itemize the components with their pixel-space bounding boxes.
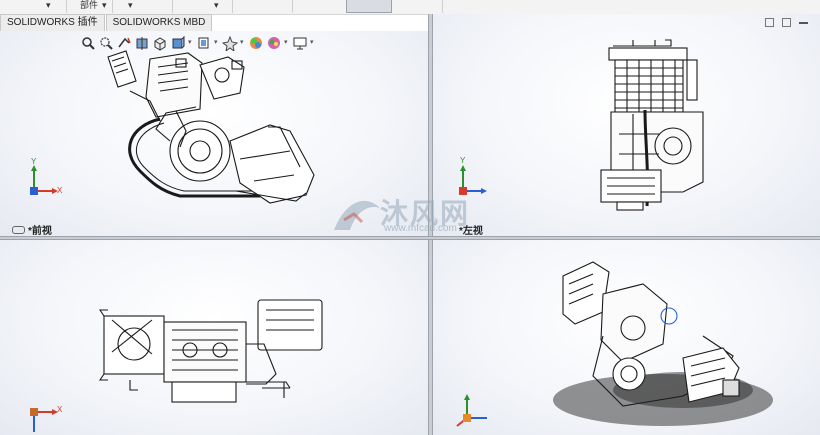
ribbon-separator — [292, 0, 293, 13]
chevron-down-icon[interactable]: ▾ — [310, 35, 316, 51]
axis-y-label: Y — [31, 157, 37, 166]
section-view-icon[interactable] — [134, 35, 150, 51]
ribbon-separator — [172, 0, 173, 13]
close-icon[interactable] — [799, 18, 808, 24]
chevron-down-icon[interactable]: ▾ — [284, 35, 290, 51]
view-settings-icon[interactable] — [266, 35, 282, 51]
viewport-controls — [765, 18, 808, 27]
chevron-down-icon[interactable]: ▾ — [188, 35, 194, 51]
front-view-name: *前视 — [28, 226, 52, 236]
link-views-icon[interactable] — [12, 225, 25, 234]
axis-x-label: X — [57, 405, 63, 414]
ribbon-active-button[interactable] — [346, 0, 392, 13]
ribbon-dropdown-arrow[interactable]: ▾ — [46, 0, 51, 13]
tab-solidworks-addins[interactable]: SOLIDWORKS 插件 — [0, 14, 105, 31]
viewport-isometric[interactable] — [433, 240, 820, 435]
hide-show-items-icon[interactable] — [196, 35, 212, 51]
command-manager-tabs: SOLIDWORKS 插件 SOLIDWORKS MBD — [0, 14, 213, 31]
coordinate-triad — [456, 394, 487, 427]
ribbon-separator — [232, 0, 233, 13]
ribbon-dropdown-arrow[interactable]: ▾ — [102, 0, 107, 13]
restore-icon[interactable] — [765, 18, 774, 27]
display-style-icon[interactable] — [170, 35, 186, 51]
ribbon-strip: ▾ 部件 ▾ ▾ ▾ — [0, 0, 820, 15]
chevron-down-icon[interactable]: ▾ — [240, 35, 246, 51]
view-orientation-icon[interactable] — [152, 35, 168, 51]
ribbon-dropdown-arrow[interactable]: ▾ — [128, 0, 133, 13]
edit-appearance-icon[interactable] — [222, 35, 238, 51]
ribbon-part-label[interactable]: 部件 — [80, 0, 98, 13]
previous-view-icon[interactable] — [116, 35, 132, 51]
ribbon-separator — [112, 0, 113, 13]
viewport-top[interactable]: X — [0, 240, 428, 435]
view-label-front: *前视 — [12, 222, 52, 236]
zoom-to-area-icon[interactable] — [98, 35, 114, 51]
chevron-down-icon[interactable]: ▾ — [214, 35, 220, 51]
zoom-to-fit-icon[interactable] — [80, 35, 96, 51]
ribbon-separator — [442, 0, 443, 13]
axis-y-label: Y — [460, 156, 466, 165]
tile-icon[interactable] — [782, 18, 791, 27]
monitor-icon[interactable] — [292, 35, 308, 51]
watermark-url: www.mfcad.com — [384, 223, 457, 234]
ribbon-separator — [66, 0, 67, 13]
ribbon-dropdown-arrow[interactable]: ▾ — [214, 0, 219, 13]
axis-x-label: X — [57, 186, 63, 195]
tab-solidworks-mbd[interactable]: SOLIDWORKS MBD — [105, 14, 213, 31]
apply-scene-icon[interactable] — [248, 35, 264, 51]
heads-up-toolbar: ▾ ▾ ▾ ▾ ▾ — [80, 35, 316, 51]
